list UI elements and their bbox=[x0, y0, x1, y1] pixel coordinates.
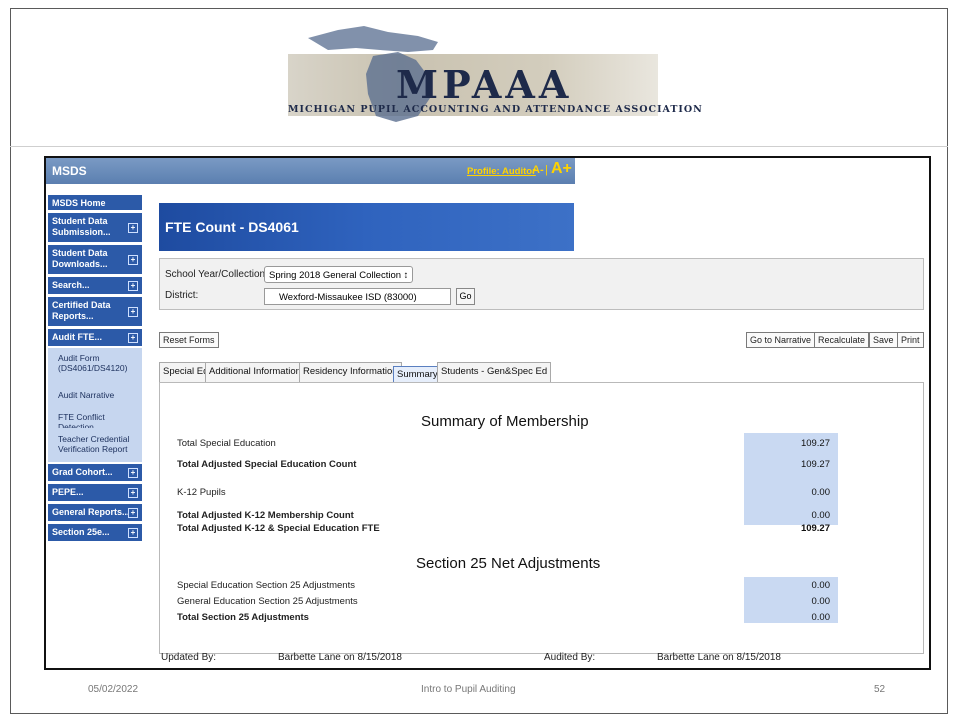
sidebar-subitem-teacher-credential[interactable]: Teacher Credential Verification Report bbox=[48, 428, 142, 462]
expand-icon[interactable]: + bbox=[128, 254, 138, 265]
expand-icon[interactable]: + bbox=[128, 222, 138, 233]
msds-app-window: MSDS Profile: Auditor A- | A+ MSDS Home … bbox=[44, 156, 931, 670]
expand-icon[interactable]: + bbox=[128, 507, 138, 518]
sidebar-item-search[interactable]: Search... + bbox=[48, 277, 142, 294]
section25-row-value: 0.00 bbox=[811, 612, 831, 623]
app-title: MSDS bbox=[52, 164, 87, 178]
sidebar-item-label: MSDS Home bbox=[52, 198, 106, 208]
summary-row-value: 109.27 bbox=[800, 523, 830, 534]
sidebar-subitem-label: Teacher Credential Verification Report bbox=[58, 434, 130, 454]
expand-icon[interactable]: + bbox=[128, 487, 138, 498]
sidebar-subitem-label: Audit Form (DS4061/DS4120) bbox=[58, 353, 128, 373]
sidebar-item-label: PEPE... bbox=[52, 487, 84, 497]
page-title: FTE Count - DS4061 bbox=[165, 219, 299, 235]
year-collection-select[interactable]: Spring 2018 General Collection ↕ bbox=[264, 266, 414, 283]
summary-row-value: 0.00 bbox=[811, 510, 831, 521]
sidebar-item-label: Student Data Submission... bbox=[52, 216, 111, 237]
sidebar-subitem-fte-conflict-detection[interactable]: FTE Conflict Detection bbox=[48, 406, 142, 432]
filter-panel: School Year/Collection: Spring 2018 Gene… bbox=[159, 258, 924, 310]
slide-divider bbox=[10, 146, 948, 147]
summary-row-label: Total Special Education bbox=[177, 438, 276, 449]
summary-panel: Summary of Membership Total Special Educ… bbox=[159, 382, 924, 654]
summary-row-label: K-12 Pupils bbox=[177, 487, 226, 498]
sidebar-subitem-audit-form[interactable]: Audit Form (DS4061/DS4120) bbox=[48, 348, 142, 384]
go-to-narrative-button[interactable]: Go to Narrative bbox=[746, 332, 816, 348]
recalculate-button[interactable]: Recalculate bbox=[814, 332, 870, 348]
expand-icon[interactable]: + bbox=[128, 332, 138, 343]
tab-students-gen-spec-ed[interactable]: Students - Gen&Spec Ed bbox=[437, 362, 552, 382]
summary-row-label: Total Adjusted Special Education Count bbox=[177, 459, 357, 470]
sidebar-subitem-label: Audit Narrative bbox=[58, 390, 115, 400]
tab-additional-information[interactable]: Additional Information bbox=[205, 362, 305, 382]
sidebar-subitem-audit-narrative[interactable]: Audit Narrative bbox=[48, 384, 142, 406]
section25-row-value: 0.00 bbox=[811, 580, 831, 591]
year-label: School Year/Collection: bbox=[165, 269, 268, 280]
audited-by-value: Barbette Lane on 8/15/2018 bbox=[657, 652, 781, 663]
page-banner: FTE Count - DS4061 bbox=[159, 203, 574, 251]
section25-row-value: 0.00 bbox=[811, 596, 831, 607]
sidebar-item-label: Audit FTE... bbox=[52, 332, 102, 342]
district-input[interactable]: Wexford-Missaukee ISD (83000) bbox=[264, 288, 451, 305]
section25-title: Section 25 Net Adjustments bbox=[416, 555, 601, 572]
sidebar-item-pepe[interactable]: PEPE... + bbox=[48, 484, 142, 501]
sidebar-item-certified-data-reports[interactable]: Certified Data Reports... + bbox=[48, 297, 142, 326]
expand-icon[interactable]: + bbox=[128, 467, 138, 478]
expand-icon[interactable]: + bbox=[128, 527, 138, 538]
slide-title: Intro to Pupil Auditing bbox=[421, 684, 516, 695]
font-increase-button[interactable]: A+ bbox=[551, 160, 572, 178]
audited-by-label: Audited By: bbox=[544, 652, 596, 663]
membership-section-title: Summary of Membership bbox=[421, 413, 589, 430]
font-decrease-button[interactable]: A- bbox=[532, 164, 544, 176]
summary-row-value: 109.27 bbox=[800, 438, 830, 449]
sidebar-item-general-reports[interactable]: General Reports... + bbox=[48, 504, 142, 521]
sidebar-item-label: Search... bbox=[52, 280, 90, 290]
logo-tagline: MICHIGAN PUPIL ACCOUNTING AND ATTENDANCE… bbox=[288, 104, 703, 115]
section25-row-label: General Education Section 25 Adjustments bbox=[177, 596, 358, 607]
sidebar-item-label: Grad Cohort... bbox=[52, 467, 113, 477]
tab-residency-information[interactable]: Residency Information bbox=[299, 362, 402, 382]
sidebar-item-label: Section 25e... bbox=[52, 527, 110, 537]
expand-icon[interactable]: + bbox=[128, 280, 138, 291]
sidebar-item-label: Student Data Downloads... bbox=[52, 248, 108, 269]
font-separator: | bbox=[545, 164, 548, 176]
summary-row-label: Total Adjusted K-12 Membership Count bbox=[177, 510, 354, 521]
summary-row-value: 109.27 bbox=[800, 459, 830, 470]
sidebar: MSDS Home Student Data Submission... + S… bbox=[46, 184, 145, 668]
sidebar-item-student-data-downloads[interactable]: Student Data Downloads... + bbox=[48, 245, 142, 274]
logo-wordmark: MPAAA bbox=[396, 62, 573, 107]
expand-icon[interactable]: + bbox=[128, 306, 138, 317]
sidebar-item-grad-cohort[interactable]: Grad Cohort... + bbox=[48, 464, 142, 481]
sidebar-item-section-25e[interactable]: Section 25e... + bbox=[48, 524, 142, 541]
summary-row-label: Total Adjusted K-12 & Special Education … bbox=[177, 523, 380, 534]
section25-row-label: Total Section 25 Adjustments bbox=[177, 612, 309, 623]
reset-forms-button[interactable]: Reset Forms bbox=[159, 332, 219, 348]
sidebar-item-label: General Reports... bbox=[52, 507, 130, 517]
profile-link[interactable]: Profile: Auditor bbox=[467, 166, 536, 177]
updated-by-value: Barbette Lane on 8/15/2018 bbox=[278, 652, 402, 663]
sidebar-item-student-data-submission[interactable]: Student Data Submission... + bbox=[48, 213, 142, 242]
sidebar-item-audit-fte[interactable]: Audit FTE... + bbox=[48, 329, 142, 346]
updated-by-label: Updated By: bbox=[161, 652, 217, 663]
slide-date: 05/02/2022 bbox=[88, 684, 139, 695]
section25-row-label: Special Education Section 25 Adjustments bbox=[177, 580, 355, 591]
mpaaa-logo: MPAAA MICHIGAN PUPIL ACCOUNTING AND ATTE… bbox=[268, 16, 702, 128]
top-bar-blank bbox=[575, 158, 929, 184]
save-button[interactable]: Save bbox=[869, 332, 898, 348]
sidebar-item-label: Certified Data Reports... bbox=[52, 300, 111, 321]
summary-row-value: 0.00 bbox=[811, 487, 831, 498]
go-button[interactable]: Go bbox=[456, 288, 475, 305]
print-button[interactable]: Print bbox=[897, 332, 924, 348]
sidebar-item-msds-home[interactable]: MSDS Home bbox=[48, 195, 142, 210]
slide-page-number: 52 bbox=[874, 684, 886, 695]
district-label: District: bbox=[165, 290, 199, 301]
